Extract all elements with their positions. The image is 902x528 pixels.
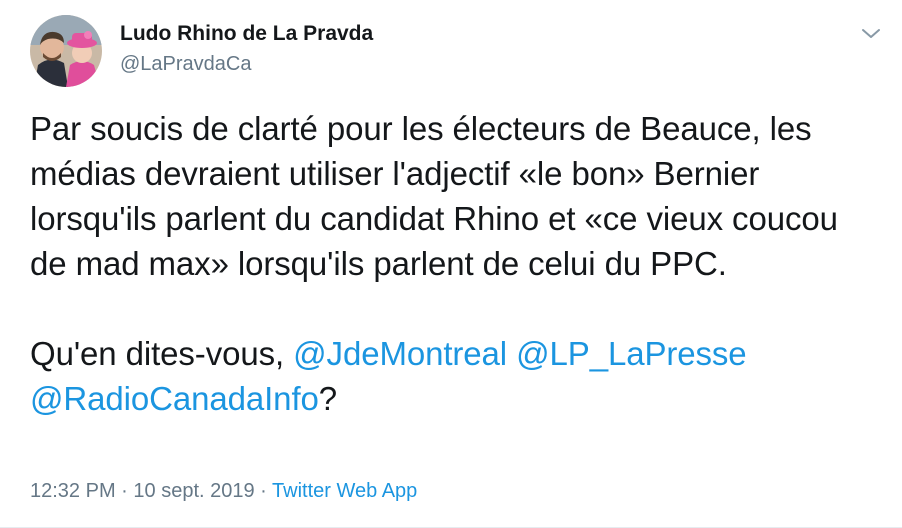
tweet-text: Par soucis de clarté pour les électeurs … bbox=[30, 106, 880, 421]
mention-radiocanadainfo[interactable]: @RadioCanadaInfo bbox=[30, 380, 319, 417]
tweet-time[interactable]: 12:32 PM bbox=[30, 480, 116, 502]
author-handle[interactable]: @LaPravdaCa bbox=[120, 53, 251, 76]
tweet-card: Ludo Rhino de La Pravda @LaPravdaCa Par … bbox=[0, 0, 902, 528]
tweet-date[interactable]: 10 sept. 2019 bbox=[133, 480, 254, 502]
meta-separator: · bbox=[115, 480, 134, 502]
tweet-menu-button[interactable] bbox=[860, 26, 882, 42]
tweet-paragraph-2-suffix: ? bbox=[318, 380, 338, 417]
author-name[interactable]: Ludo Rhino de La Pravda bbox=[120, 22, 373, 46]
tweet-paragraph-2-prefix: Qu'en dites-vous, bbox=[30, 335, 294, 372]
mention-jdemontreal[interactable]: @JdeMontreal bbox=[293, 335, 507, 372]
author-avatar[interactable] bbox=[30, 15, 102, 87]
meta-separator: · bbox=[254, 480, 273, 502]
tweet-paragraph-1: Par soucis de clarté pour les électeurs … bbox=[30, 110, 847, 282]
mention-lp-lapresse[interactable]: @LP_LaPresse bbox=[516, 335, 747, 372]
profile-photo-icon bbox=[30, 15, 102, 87]
tweet-metadata: 12:32 PM · 10 sept. 2019 · Twitter Web A… bbox=[30, 480, 417, 503]
chevron-down-icon bbox=[862, 29, 880, 38]
tweet-source-link[interactable]: Twitter Web App bbox=[272, 480, 417, 502]
